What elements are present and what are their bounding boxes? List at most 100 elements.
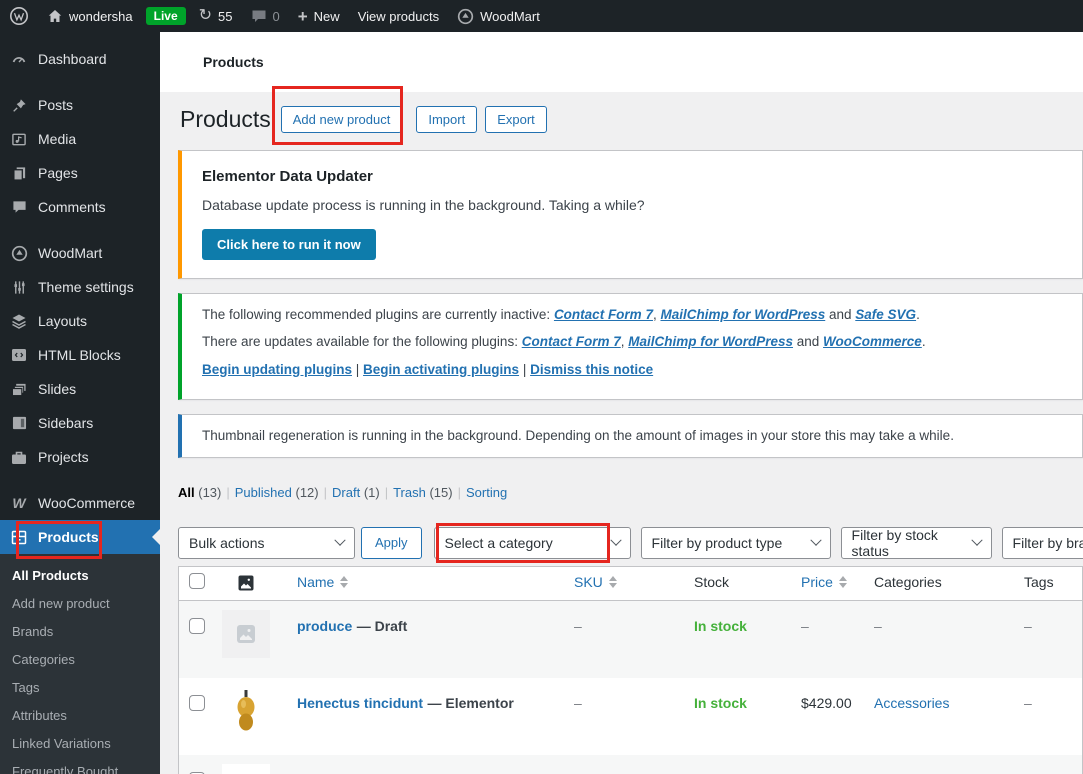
table-row: Ornare auctor — Elementor – In stock $42… [179,755,1082,774]
image-placeholder-icon [236,624,256,644]
sidebar-item-comments[interactable]: Comments [0,190,160,224]
comments-menu[interactable]: 0 [242,0,289,32]
view-trash-link[interactable]: Trash (15) [393,485,453,500]
sort-by-sku[interactable]: SKU [574,574,617,590]
sidebar-item-dashboard[interactable]: Dashboard [0,42,160,76]
sidebar-item-label: Pages [38,165,78,181]
row-checkbox[interactable] [189,695,205,711]
add-new-product-button[interactable]: Add new product [281,106,403,133]
column-header-price: Price [801,574,833,590]
plugin-link-mailchimp[interactable]: MailChimp for WordPress [660,307,825,322]
stock-status: In stock [694,695,747,711]
separator-text: and [793,334,823,349]
bulk-actions-select[interactable]: Bulk actions [178,527,355,559]
products-submenu: All Products Add new product Brands Cate… [0,554,160,774]
export-button[interactable]: Export [485,106,547,133]
plugin-link-contact-form-7[interactable]: Contact Form 7 [554,307,653,322]
sidebar-item-products[interactable]: Products [0,520,160,554]
apply-button[interactable]: Apply [361,527,422,559]
plugin-link-woocommerce-update[interactable]: WooCommerce [823,334,922,349]
tags-value: – [1024,618,1032,634]
sidebar-item-label: WooCommerce [38,495,135,511]
live-badge: Live [146,7,186,25]
woodmart-circle-icon [457,8,474,25]
pages-icon [9,166,29,181]
sidebar-item-theme-settings[interactable]: Theme settings [0,270,160,304]
sidebar-item-label: Slides [38,381,76,397]
product-thumbnail-placeholder[interactable] [222,610,270,658]
submenu-label: Frequently Bought [12,764,118,774]
sort-by-price[interactable]: Price [801,574,847,590]
plugin-link-mailchimp-update[interactable]: MailChimp for WordPress [628,334,793,349]
view-products-link[interactable]: View products [349,0,448,32]
plugin-actions-line: Begin updating plugins | Begin activatin… [202,361,1062,379]
submenu-item-all-products[interactable]: All Products [0,561,160,589]
product-thumbnail[interactable] [222,687,270,735]
view-label: Sorting [466,485,507,500]
product-state: — Draft [357,618,408,634]
submenu-item-attributes[interactable]: Attributes [0,701,160,729]
site-name: wondersha [69,9,133,24]
product-name-link[interactable]: produce [297,618,352,634]
plugin-link-safe-svg[interactable]: Safe SVG [855,307,916,322]
row-checkbox[interactable] [189,618,205,634]
dismiss-notice-link[interactable]: Dismiss this notice [530,362,653,377]
view-published-link[interactable]: Published (12) [235,485,319,500]
product-type-select[interactable]: Filter by product type [641,527,831,559]
import-button[interactable]: Import [416,106,477,133]
view-sorting-link[interactable]: Sorting [466,485,507,500]
sidebar-item-label: Media [38,131,76,147]
begin-updating-plugins-link[interactable]: Begin updating plugins [202,362,352,377]
view-separator: | [226,485,229,500]
submenu-item-frequently-bought[interactable]: Frequently Bought [0,757,160,774]
sidebar-item-layouts[interactable]: Layouts [0,304,160,338]
view-draft-link[interactable]: Draft (1) [332,485,380,500]
begin-activating-plugins-link[interactable]: Begin activating plugins [363,362,519,377]
plugin-link-contact-form-7-update[interactable]: Contact Form 7 [522,334,621,349]
category-select[interactable]: Select a category [434,527,631,559]
updates-menu[interactable]: ↻ 55 [190,0,242,32]
media-icon [9,132,29,147]
column-header-name: Name [297,574,334,590]
run-updater-button[interactable]: Click here to run it now [202,229,376,260]
woodmart-menu[interactable]: WoodMart [448,0,549,32]
sort-by-name[interactable]: Name [297,574,348,590]
submenu-item-tags[interactable]: Tags [0,673,160,701]
stock-status-select[interactable]: Filter by stock status [841,527,992,559]
brand-select[interactable]: Filter by brand [1002,527,1083,559]
submenu-item-brands[interactable]: Brands [0,617,160,645]
sidebar-item-projects[interactable]: Projects [0,440,160,474]
sidebar-item-sidebars[interactable]: Sidebars [0,406,160,440]
wc-breadcrumb-bar: Products [160,32,1083,92]
submenu-item-add-new-product[interactable]: Add new product [0,589,160,617]
view-all-link[interactable]: All (13) [178,485,221,500]
view-count: (1) [364,485,380,500]
view-label: Draft [332,485,360,500]
sidebar-item-media[interactable]: Media [0,122,160,156]
submenu-label: Add new product [12,596,110,611]
elementor-notice-body: Database update process is running in th… [202,196,1062,214]
select-all-checkbox[interactable] [189,573,205,589]
wordpress-logo-menu[interactable] [0,0,38,32]
product-thumbnail[interactable] [222,764,270,774]
site-menu[interactable]: wondersha [38,0,142,32]
submenu-label: Categories [12,652,75,667]
sidebar-item-slides[interactable]: Slides [0,372,160,406]
sidebar-item-pages[interactable]: Pages [0,156,160,190]
submenu-item-linked-variations[interactable]: Linked Variations [0,729,160,757]
sidebar-item-label: Posts [38,97,73,113]
elementor-notice-title: Elementor Data Updater [202,167,1062,187]
sidebar-item-html-blocks[interactable]: HTML Blocks [0,338,160,372]
chevron-down-icon [334,534,345,545]
sliders-icon [9,280,29,295]
submenu-item-categories[interactable]: Categories [0,645,160,673]
sort-arrows-icon [340,576,348,588]
sidebar-item-woocommerce[interactable]: W WooCommerce [0,486,160,520]
category-link[interactable]: Accessories [874,695,949,711]
new-menu[interactable]: + New [289,0,349,32]
sidebar-item-woodmart[interactable]: WoodMart [0,236,160,270]
product-name-link[interactable]: Henectus tincidunt [297,695,423,711]
sidebar-item-posts[interactable]: Posts [0,88,160,122]
column-header-categories: Categories [874,574,942,590]
separator-text: and [825,307,855,322]
